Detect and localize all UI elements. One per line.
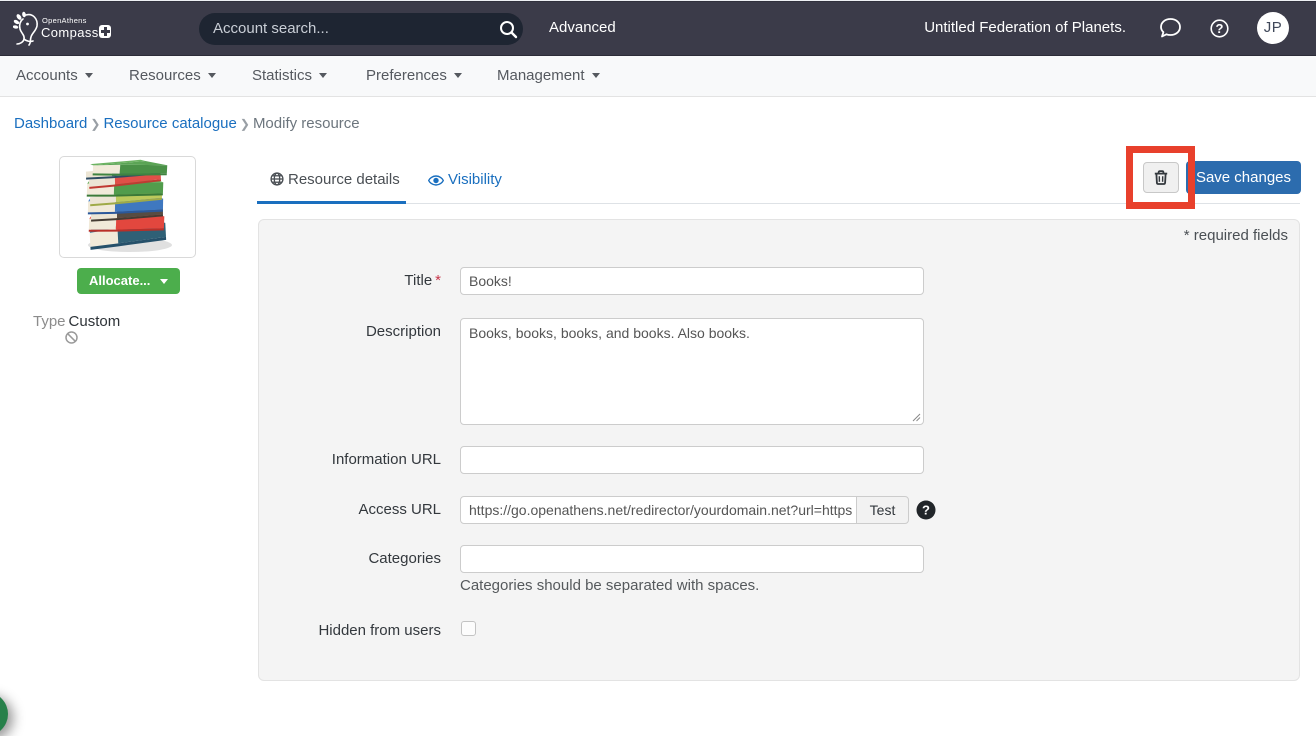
svg-text:?: ? (922, 503, 930, 518)
svg-text:?: ? (1216, 21, 1224, 36)
